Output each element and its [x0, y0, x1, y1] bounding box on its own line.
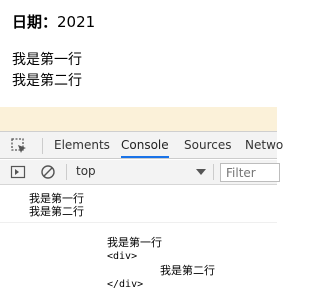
tabbar-separator: [42, 138, 43, 154]
highlight-band: [0, 107, 277, 131]
console-message: 我是第一行 我是第二行: [29, 192, 84, 218]
tab-network[interactable]: Netwo: [245, 132, 283, 158]
console-html-tag: <div>: [107, 251, 138, 262]
tab-console[interactable]: Console: [121, 132, 169, 158]
tab-elements[interactable]: Elements: [54, 132, 110, 158]
console-toolbar: top: [0, 160, 280, 185]
context-dropdown-icon[interactable]: [196, 169, 206, 175]
date-value: 2021: [57, 13, 96, 31]
console-html-tag: </div>: [107, 279, 144, 290]
console-text-line: 我是第二行: [29, 205, 84, 218]
console-divider: [0, 222, 277, 223]
text-line-1: 我是第一行: [12, 52, 82, 68]
console-output: 我是第一行 我是第二行 我是第一行 <div> 我是第二行 </div>: [0, 186, 277, 307]
sidebar-toggle-icon[interactable]: [10, 164, 26, 180]
toolbar-separator: [66, 164, 67, 180]
tab-sources[interactable]: Sources: [184, 132, 231, 158]
text-line-2: 我是第二行: [12, 73, 82, 89]
context-selector[interactable]: top: [76, 164, 96, 178]
console-text-line: 我是第一行: [107, 236, 162, 249]
devtools-panel: Elements Console Sources Netwo top 我是第一行…: [0, 131, 283, 307]
page-content: 日期：2021 我是第一行 我是第二行: [0, 0, 277, 107]
devtools-tabbar: Elements Console Sources Netwo: [0, 132, 283, 159]
filter-input[interactable]: [220, 163, 280, 182]
console-text-line: 我是第二行: [160, 264, 215, 277]
console-text-line: 我是第一行: [29, 192, 84, 205]
inspect-element-icon[interactable]: [10, 137, 28, 155]
clear-console-icon[interactable]: [40, 164, 56, 180]
date-heading: 日期：2021: [12, 11, 95, 32]
toolbar-separator: [213, 164, 214, 180]
date-label: 日期：: [12, 13, 58, 31]
